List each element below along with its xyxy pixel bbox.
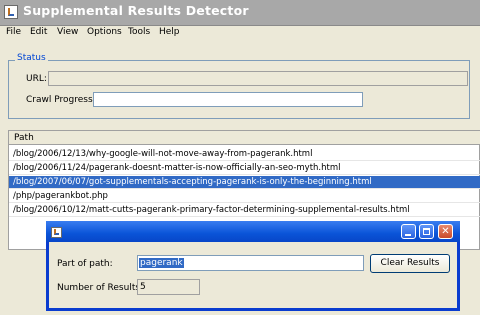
number-of-results-label: Number of Results: [57, 283, 144, 293]
menu-edit[interactable]: Edit [30, 27, 47, 37]
menu-help[interactable]: Help [159, 27, 180, 37]
minimize-button[interactable] [401, 224, 416, 239]
status-group-title: Status [15, 53, 48, 63]
part-of-path-value: pagerank [139, 258, 184, 268]
menu-tools[interactable]: Tools [128, 27, 150, 37]
dialog-title-bar[interactable] [46, 221, 460, 242]
crawl-progress-field[interactable] [93, 92, 363, 107]
crawl-progress-label: Crawl Progress: [26, 95, 96, 105]
menu-file[interactable]: File [6, 27, 21, 37]
status-group [8, 60, 470, 119]
dialog-app-icon [51, 227, 62, 238]
close-icon: ✕ [441, 226, 450, 237]
number-of-results-field[interactable]: 5 [137, 279, 200, 295]
table-row-selected[interactable]: /blog/2007/06/07/got-supplementals-accep… [9, 176, 480, 189]
clear-results-button[interactable]: Clear Results [370, 254, 450, 273]
table-header[interactable] [9, 131, 480, 145]
maximize-icon [423, 228, 430, 235]
url-field[interactable] [48, 71, 468, 86]
table-row[interactable]: /blog/2006/11/24/pagerank-doesnt-matter-… [9, 162, 480, 175]
url-label: URL: [26, 74, 47, 84]
window-title: Supplemental Results Detector [23, 3, 249, 18]
part-of-path-label: Part of path: [57, 259, 113, 269]
maximize-button[interactable] [419, 224, 434, 239]
menu-view[interactable]: View [57, 27, 78, 37]
table-row[interactable]: /blog/2006/10/12/matt-cutts-pagerank-pri… [9, 204, 480, 217]
app-icon [4, 5, 18, 19]
column-header-path[interactable]: Path [14, 133, 34, 143]
table-row[interactable]: /blog/2006/12/13/why-google-will-not-mov… [9, 148, 480, 161]
part-of-path-input[interactable]: pagerank [137, 255, 364, 271]
minimize-icon [405, 234, 411, 236]
menu-options[interactable]: Options [87, 27, 122, 37]
table-row[interactable]: /php/pagerankbot.php [9, 190, 480, 203]
close-button[interactable]: ✕ [438, 224, 453, 239]
